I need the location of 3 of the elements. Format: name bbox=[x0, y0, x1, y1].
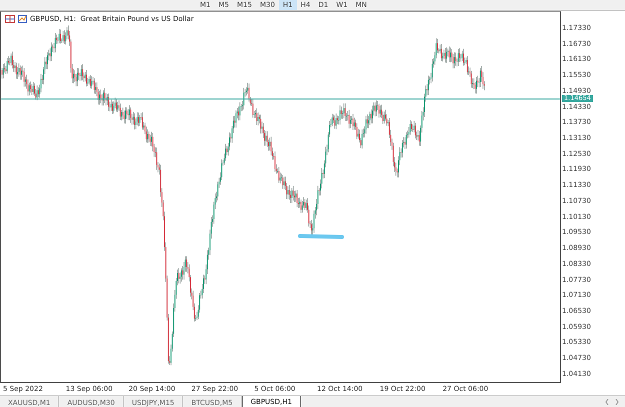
scroll-left-icon[interactable] bbox=[605, 399, 609, 405]
highlight-stroke bbox=[298, 234, 344, 239]
scroll-right-icon[interactable] bbox=[615, 399, 619, 405]
